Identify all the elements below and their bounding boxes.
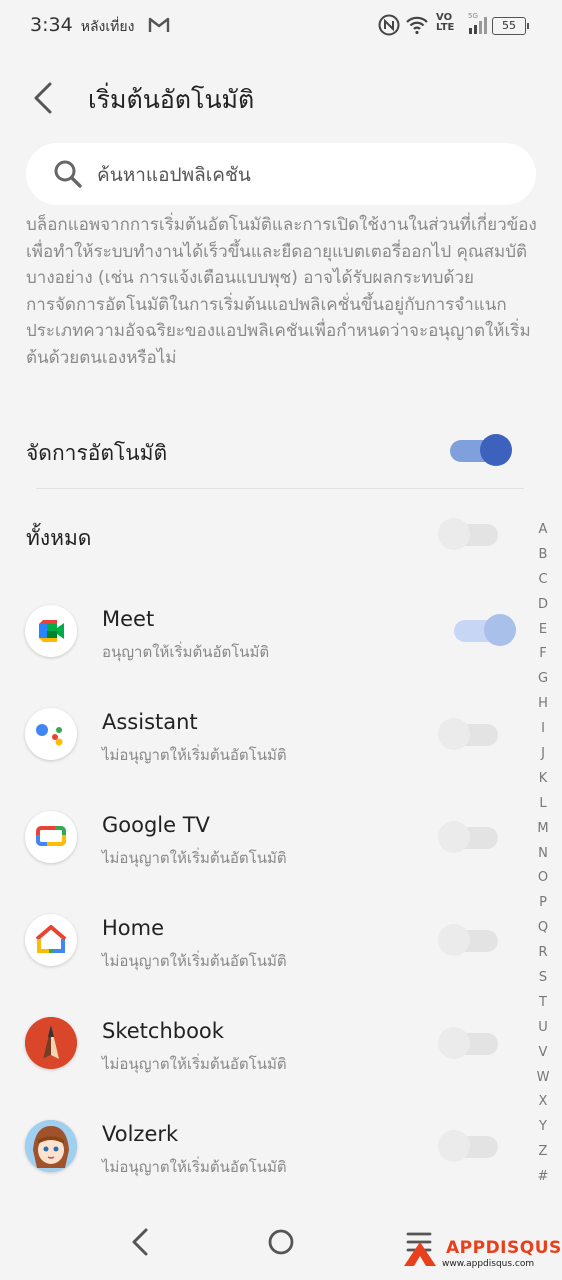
alpha-index-letter[interactable]: P xyxy=(532,895,554,920)
alpha-index-letter[interactable]: I xyxy=(532,721,554,746)
alpha-index-letter[interactable]: G xyxy=(532,671,554,696)
assistant-autostart-toggle[interactable] xyxy=(438,718,498,750)
nav-back-button[interactable] xyxy=(126,1226,154,1262)
wifi-icon xyxy=(405,15,429,39)
google-tv-icon xyxy=(25,811,77,863)
appdisqus-logo-icon xyxy=(404,1242,436,1266)
app-status: อนุญาตให้เริ่มต้นอัตโนมัติ xyxy=(102,643,270,661)
battery-level: 55 xyxy=(502,19,516,32)
signal-label: 5G xyxy=(468,12,478,20)
search-input[interactable] xyxy=(95,157,499,193)
status-time: 3:34 หลังเที่ยง xyxy=(30,14,134,38)
alpha-index-letter[interactable]: K xyxy=(532,771,554,796)
app-name: Meet xyxy=(102,607,155,631)
description-paragraph-1: บล็อกแอพจากการเริ่มต้นอัตโนมัติและการเปิ… xyxy=(26,215,537,288)
alpha-index-letter[interactable]: X xyxy=(532,1094,554,1119)
watermark-brand: APPDISQUS xyxy=(446,1238,562,1258)
app-status: ไม่อนุญาตให้เริ่มต้นอัตโนมัติ xyxy=(102,746,287,764)
back-button[interactable] xyxy=(22,78,66,122)
app-name: Home xyxy=(102,916,165,940)
page-title: เริ่มต้นอัตโนมัติ xyxy=(88,85,255,114)
app-status: ไม่อนุญาตให้เริ่มต้นอัตโนมัติ xyxy=(102,952,287,970)
google-meet-icon xyxy=(25,605,77,657)
app-name: Volzerk xyxy=(102,1122,179,1146)
all-apps-toggle[interactable] xyxy=(438,518,498,550)
volzerk-autostart-toggle[interactable] xyxy=(438,1130,498,1162)
alpha-index-letter[interactable]: R xyxy=(532,945,554,970)
alpha-index-letter[interactable]: H xyxy=(532,696,554,721)
volte-label: VO LTE xyxy=(436,12,455,33)
search-icon xyxy=(52,158,84,194)
alpha-index-letter[interactable]: O xyxy=(532,870,554,895)
alpha-index-letter[interactable]: J xyxy=(532,746,554,771)
nfc-icon xyxy=(378,14,400,40)
alpha-index-letter[interactable]: # xyxy=(532,1169,554,1194)
alpha-index-letter[interactable]: B xyxy=(532,547,554,572)
auto-manage-label: จัดการอัตโนมัติ xyxy=(26,441,168,465)
alpha-index-letter[interactable]: A xyxy=(532,522,554,547)
signal-icon: 5G xyxy=(468,12,488,40)
alphabet-index[interactable]: A B C D E F G H I J K L M N O P Q R S T … xyxy=(532,522,554,1194)
app-status: ไม่อนุญาตให้เริ่มต้นอัตโนมัติ xyxy=(102,849,287,867)
alpha-index-letter[interactable]: S xyxy=(532,970,554,995)
alpha-index-letter[interactable]: N xyxy=(532,846,554,871)
alpha-index-letter[interactable]: W xyxy=(532,1070,554,1095)
alpha-index-letter[interactable]: T xyxy=(532,995,554,1020)
auto-manage-toggle[interactable] xyxy=(450,434,512,466)
meet-autostart-toggle[interactable] xyxy=(454,614,516,646)
clock-ampm: หลังเที่ยง xyxy=(80,19,135,35)
watermark-url: www.appdisqus.com xyxy=(442,1259,535,1269)
google-tv-autostart-toggle[interactable] xyxy=(438,821,498,853)
alpha-index-letter[interactable]: C xyxy=(532,572,554,597)
alpha-index-letter[interactable]: D xyxy=(532,597,554,622)
alpha-index-letter[interactable]: Z xyxy=(532,1144,554,1169)
app-name: Sketchbook xyxy=(102,1019,224,1043)
alpha-index-letter[interactable]: E xyxy=(532,622,554,647)
nav-home-button[interactable] xyxy=(266,1227,296,1261)
clock-text: 3:34 xyxy=(30,14,73,36)
all-apps-label: ทั้งหมด xyxy=(26,526,92,550)
alpha-index-letter[interactable]: M xyxy=(532,821,554,846)
home-autostart-toggle[interactable] xyxy=(438,924,498,956)
google-assistant-icon xyxy=(25,708,77,760)
volzerk-icon xyxy=(25,1120,77,1172)
sketchbook-icon xyxy=(25,1017,77,1069)
alpha-index-letter[interactable]: F xyxy=(532,646,554,671)
description-paragraph-2: การจัดการอัตโนมัติในการเริ่มต้นแอปพลิเคช… xyxy=(26,294,531,368)
battery-icon: 55 xyxy=(492,17,529,35)
alpha-index-letter[interactable]: Q xyxy=(532,920,554,945)
google-home-icon xyxy=(25,914,77,966)
gmail-icon xyxy=(148,16,170,38)
description: บล็อกแอพจากการเริ่มต้นอัตโนมัติและการเปิ… xyxy=(26,212,538,371)
alpha-index-letter[interactable]: U xyxy=(532,1020,554,1045)
app-name: Google TV xyxy=(102,813,210,837)
app-status: ไม่อนุญาตให้เริ่มต้นอัตโนมัติ xyxy=(102,1158,287,1176)
chevron-left-icon xyxy=(34,82,52,114)
alpha-index-letter[interactable]: V xyxy=(532,1045,554,1070)
sketchbook-autostart-toggle[interactable] xyxy=(438,1027,498,1059)
volte-icon: VO LTE xyxy=(436,13,454,33)
app-status: ไม่อนุญาตให้เริ่มต้นอัตโนมัติ xyxy=(102,1055,287,1073)
alpha-index-letter[interactable]: Y xyxy=(532,1119,554,1144)
app-name: Assistant xyxy=(102,710,198,734)
divider xyxy=(36,488,524,489)
alpha-index-letter[interactable]: L xyxy=(532,796,554,821)
nav-back-icon xyxy=(132,1228,148,1256)
nav-home-icon xyxy=(268,1229,294,1255)
